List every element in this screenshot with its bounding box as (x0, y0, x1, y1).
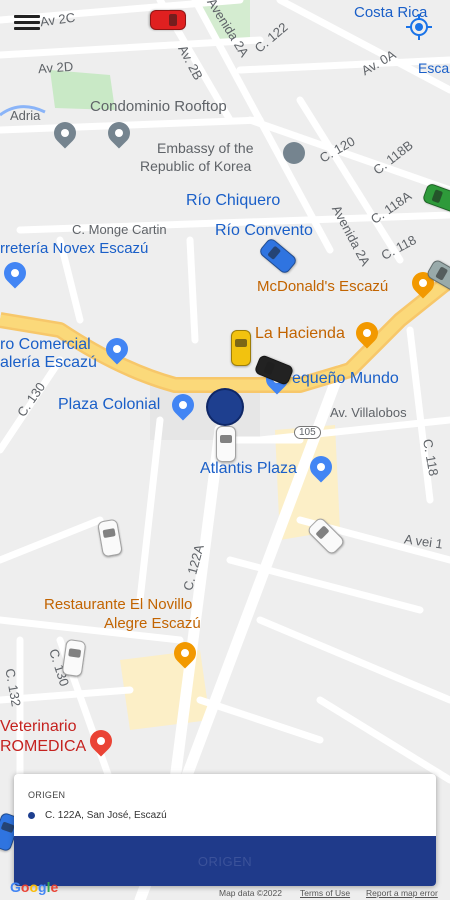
car-icon (216, 426, 236, 462)
place-label: Condominio Rooftop (90, 98, 227, 115)
place-label: Río Convento (215, 222, 313, 239)
my-location-icon[interactable] (404, 12, 434, 42)
place-label: Adria (10, 108, 41, 123)
street-label: Av. Villalobos (330, 405, 407, 420)
terms-link[interactable]: Terms of Use (300, 888, 350, 898)
street-label: Av 2D (37, 58, 74, 77)
place-label: Atlantis Plaza (200, 460, 297, 477)
place-label: ro Comercial (0, 336, 91, 353)
user-location-marker (208, 390, 242, 424)
place-label: La Hacienda (255, 325, 345, 342)
place-label: rretería Novex Escazú (0, 240, 149, 257)
car-icon (231, 330, 251, 366)
hamburger-menu-icon[interactable] (14, 12, 40, 34)
street-label: C. Monge Cartin (72, 222, 167, 237)
place-label: ROMEDICA (0, 738, 87, 755)
place-label: Veterinario (0, 718, 77, 735)
place-label: Río Chiquero (186, 192, 281, 209)
place-label: Republic of Korea (140, 158, 252, 174)
embassy-icon (283, 142, 305, 164)
place-label: McDonald's Escazú (257, 278, 389, 295)
map-view[interactable]: Av 2C Av 2D Av. 2B Avenida 2A C. 122 Av.… (0, 0, 450, 900)
place-label: Restaurante El Novillo (44, 596, 193, 613)
confirm-origin-button[interactable]: ORIGEN (14, 836, 436, 886)
place-label: Escaz (418, 60, 450, 76)
place-label: Embassy of the (157, 140, 254, 156)
origin-address: C. 122A, San José, Escazú (45, 809, 167, 821)
place-label: Alegre Escazú (104, 615, 201, 632)
google-logo: Google (10, 879, 59, 895)
origin-address-row[interactable]: C. 122A, San José, Escazú (28, 808, 167, 822)
route-shield: 105 (294, 426, 321, 439)
origin-dot-icon (28, 811, 35, 819)
car-icon (150, 10, 186, 30)
origin-panel: ORIGEN C. 122A, San José, Escazú ORIGEN (14, 774, 436, 886)
place-label: alería Escazú (0, 354, 97, 371)
panel-title: ORIGEN (28, 790, 66, 800)
map-data-attribution: Map data ©2022 (219, 888, 282, 898)
place-label: Plaza Colonial (58, 396, 161, 413)
place-label: equeño Mundo (292, 370, 399, 387)
report-map-error-link[interactable]: Report a map error (366, 888, 438, 898)
